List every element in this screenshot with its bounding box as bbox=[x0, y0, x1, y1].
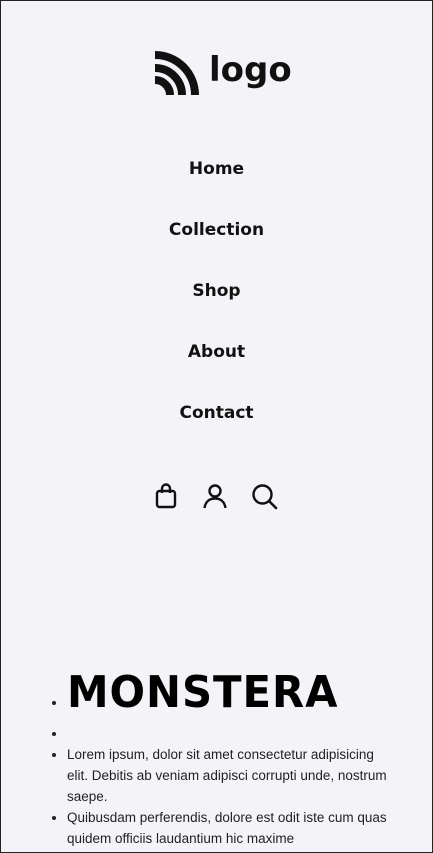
logo[interactable]: logo bbox=[155, 51, 292, 95]
list-item-paragraph: Lorem ipsum, dolor sit amet consectetur … bbox=[67, 744, 397, 807]
product-title: MONSTERA bbox=[67, 667, 339, 718]
nav-item-about[interactable]: About bbox=[1, 334, 432, 395]
search-icon[interactable] bbox=[250, 482, 278, 510]
user-icon[interactable] bbox=[201, 482, 229, 510]
nav-item-shop[interactable]: Shop bbox=[1, 273, 432, 334]
main-nav: Home Collection Shop About Contact bbox=[1, 151, 432, 456]
content-list: MONSTERA Lorem ipsum, dolor sit amet con… bbox=[31, 663, 397, 849]
logo-text: logo bbox=[209, 50, 292, 90]
page-frame: logo Home Collection Shop About Contact bbox=[0, 0, 433, 853]
nav-item-home[interactable]: Home bbox=[1, 151, 432, 212]
list-item-title: MONSTERA bbox=[67, 663, 397, 723]
header-actions bbox=[152, 482, 278, 510]
logo-mark-icon bbox=[155, 51, 199, 95]
nav-item-contact[interactable]: Contact bbox=[1, 395, 432, 456]
nav-item-collection[interactable]: Collection bbox=[1, 212, 432, 273]
shopping-bag-icon[interactable] bbox=[152, 482, 180, 510]
list-item-paragraph: Quibusdam perferendis, dolore est odit i… bbox=[67, 807, 397, 849]
list-item-empty bbox=[67, 723, 397, 744]
